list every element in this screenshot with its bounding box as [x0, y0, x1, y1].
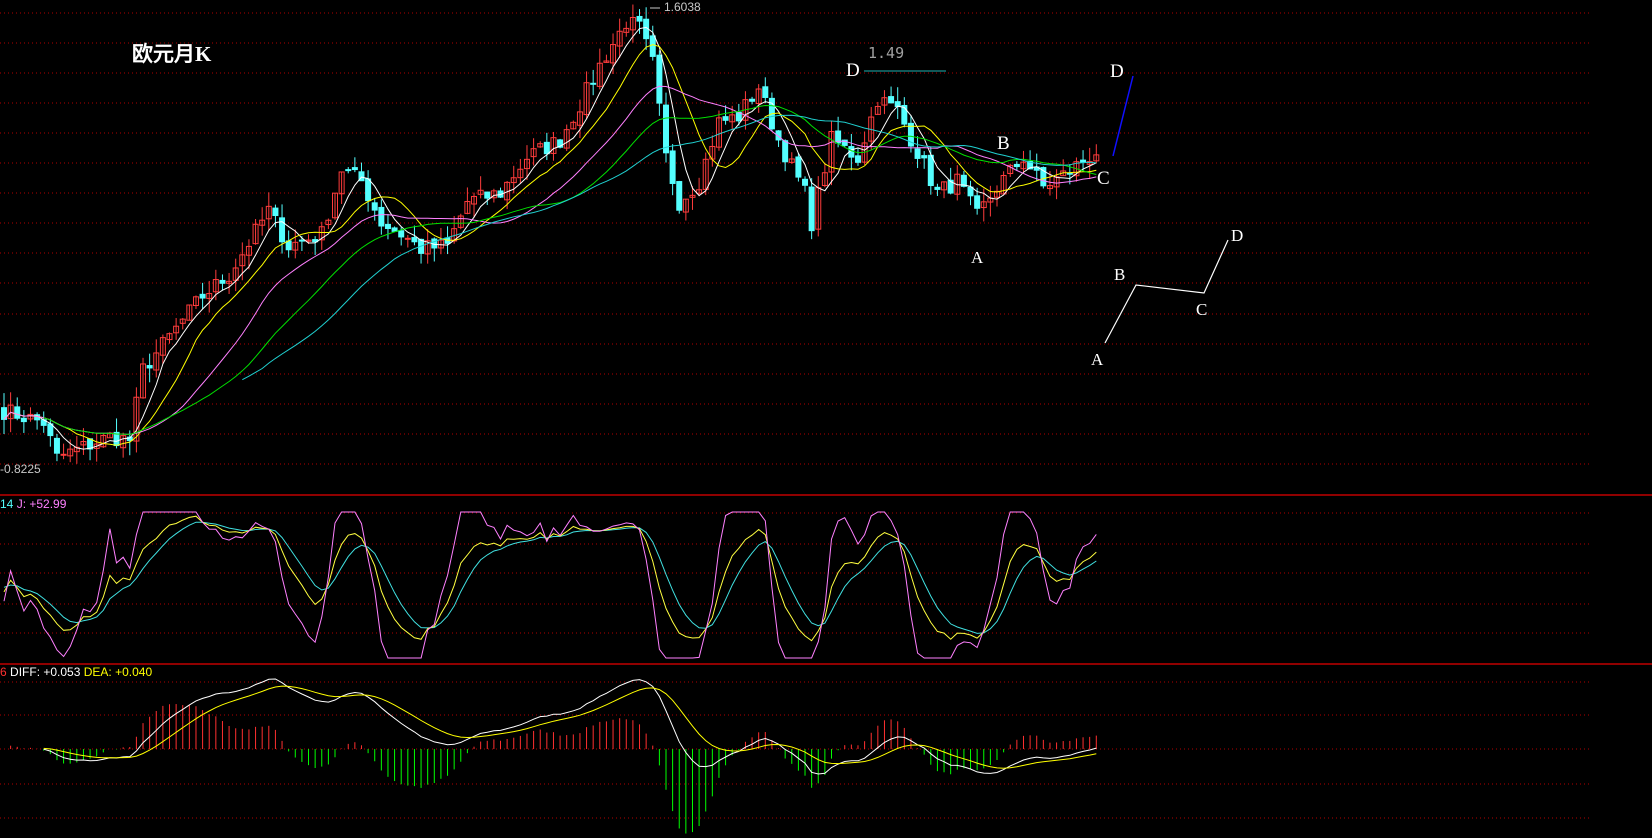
candle-down	[371, 202, 378, 211]
candle-down	[272, 207, 279, 217]
macd-dea-value: DEA: +0.040	[83, 665, 153, 679]
candle-down	[722, 116, 729, 121]
candle-down	[921, 155, 928, 159]
candle-down	[967, 186, 974, 197]
price-high-label: 1.6038	[664, 0, 701, 14]
candle-down	[762, 86, 769, 98]
diagram-label-a: A	[1091, 350, 1104, 369]
candle-down	[676, 181, 683, 211]
candle-down	[649, 35, 656, 57]
diagram-label-d: D	[1231, 226, 1244, 245]
wave-label-c: C	[1097, 168, 1110, 189]
candle-up	[404, 237, 411, 240]
candle-down	[146, 365, 153, 369]
candle-down	[298, 239, 305, 242]
wave-label-d-top: D	[846, 60, 860, 81]
candle-down	[199, 293, 206, 299]
abcd-diagram-line	[1104, 239, 1229, 344]
candle-down	[365, 178, 372, 202]
candle-down	[378, 206, 385, 227]
diagram-label-c: C	[1196, 300, 1208, 319]
ma20-line	[3, 85, 1097, 435]
diagram-label-b: B	[1114, 265, 1126, 284]
candle-down	[802, 178, 809, 186]
ma10-line	[3, 44, 1097, 446]
candle-down	[636, 15, 643, 22]
candle-down	[384, 223, 391, 230]
candle-down	[669, 150, 676, 184]
kdj-d-line	[3, 521, 1097, 634]
candle-down	[1013, 163, 1020, 168]
candle-down	[20, 417, 27, 423]
macd-diff-value: DIFF: +0.053	[10, 665, 81, 679]
chart-canvas	[0, 4, 1652, 834]
kdj-prefix: 14	[0, 497, 14, 511]
kdj-j-value: J: +52.99	[16, 497, 67, 511]
level-label: 1.49	[868, 44, 905, 62]
candle-down	[914, 148, 921, 159]
candle-down	[484, 191, 491, 199]
candle-down	[411, 237, 418, 243]
macd-diff-line	[43, 678, 1097, 775]
candle-down	[345, 169, 352, 172]
candle-down	[663, 104, 669, 154]
chart-title: 欧元月K	[132, 42, 212, 66]
candle-down	[656, 54, 663, 104]
candle-down	[808, 186, 815, 232]
candle-down	[934, 186, 941, 190]
candle-down	[749, 98, 756, 102]
candle-down	[14, 406, 21, 419]
wave-label-a: A	[971, 248, 984, 267]
candle-down	[888, 96, 895, 104]
candle-down	[590, 82, 597, 85]
candle-down	[285, 240, 292, 251]
price-low-label: -0.8225	[0, 462, 41, 476]
candle-down	[927, 154, 934, 187]
wave-label-b: B	[997, 133, 1010, 154]
kdj-j-line	[3, 511, 1097, 659]
candle-down	[53, 437, 60, 454]
candle-down	[1066, 172, 1073, 175]
candle-up	[60, 453, 67, 456]
ma40-line	[242, 114, 1097, 381]
candle-down	[351, 167, 358, 171]
wave-label-d-projected: D	[1110, 61, 1124, 82]
candle-down	[1080, 159, 1087, 163]
ma5-line	[3, 26, 1097, 450]
projection-line	[1112, 75, 1134, 157]
candle-down	[782, 140, 789, 163]
candle-down	[398, 230, 405, 238]
macd-prefix: 6	[0, 665, 7, 679]
candle-down	[795, 156, 802, 178]
macd-legend: 6 DIFF: +0.053 DEA: +0.040	[0, 665, 152, 679]
candle-down	[974, 195, 981, 209]
candle-down	[543, 141, 550, 155]
kdj-legend: 14 J: +52.99	[0, 497, 66, 511]
candle-down	[219, 279, 226, 284]
candle-down	[854, 155, 861, 163]
